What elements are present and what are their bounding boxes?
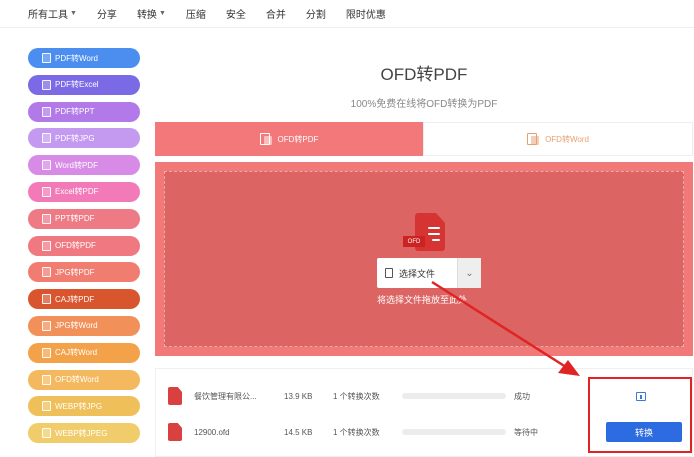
document-icon	[42, 401, 51, 412]
sidebar-item-label: Excel转PDF	[55, 187, 99, 197]
sidebar-item[interactable]: PDF转JPG	[28, 128, 140, 149]
top-nav-label: 合并	[265, 10, 286, 21]
document-icon	[42, 267, 51, 278]
chevron-down-icon[interactable]: ⌄	[457, 258, 481, 288]
top-nav-label: 转换	[136, 10, 157, 21]
top-nav-item[interactable]: 所有工具 ▼	[28, 6, 77, 21]
file-name: 餐饮管理有限公...	[194, 391, 257, 401]
tool-sidebar: PDF转Word PDF转Excel PDF转PPT PDF转JPG Word转PDF E…	[28, 48, 140, 450]
chevron-down-icon: ▼	[158, 10, 166, 17]
sidebar-item[interactable]: OFD转PDF	[28, 235, 140, 256]
document-icon	[42, 186, 51, 197]
top-nav-item[interactable]: 压缩	[186, 6, 206, 21]
sidebar-item[interactable]: CAJ转PDF	[28, 289, 140, 310]
document-icon	[42, 160, 51, 171]
sidebar-item-label: Word转PDF	[55, 160, 98, 170]
document-icon	[42, 428, 51, 439]
file-status: 成功	[514, 391, 530, 401]
sidebar-item[interactable]: JPG转PDF	[28, 262, 140, 283]
document-icon	[42, 294, 51, 305]
annotation-highlight-box	[588, 377, 692, 453]
sidebar-item-label: WEBP转JPG	[55, 401, 103, 411]
drop-hint: 将选择文件拖放至此处	[377, 295, 468, 305]
file-name: 12900.ofd	[194, 427, 230, 437]
document-icon	[42, 133, 51, 144]
sidebar-item-label: PDF转Excel	[55, 80, 99, 90]
top-nav-item[interactable]: 安全	[226, 6, 246, 21]
drop-zone[interactable]: OFD 选择文件 ⌄ 将选择文件拖放至此处	[164, 171, 684, 347]
document-icon	[42, 374, 51, 385]
ofd-badge: OFD	[403, 236, 425, 247]
sidebar-item[interactable]: WEBP转JPG	[28, 396, 140, 417]
sidebar-item-label: JPG转PDF	[55, 267, 95, 277]
progress-bar	[402, 429, 506, 435]
file-size: 13.9 KB	[284, 391, 313, 401]
sidebar-item-label: PDF转PPT	[55, 107, 95, 117]
document-icon	[42, 213, 51, 224]
upload-area[interactable]: OFD 选择文件 ⌄ 将选择文件拖放至此处	[155, 162, 693, 356]
page-subtitle: 100%免费在线将OFD转换为PDF	[350, 99, 498, 110]
document-icon	[42, 106, 51, 117]
sidebar-item[interactable]: JPG转Word	[28, 315, 140, 336]
file-status: 等待中	[514, 427, 538, 437]
sidebar-item-label: JPG转Word	[55, 321, 98, 331]
sidebar-item-label: CAJ转Word	[55, 348, 98, 358]
top-nav-label: 压缩	[185, 10, 206, 21]
document-icon	[42, 240, 51, 251]
top-nav-item[interactable]: 限时优惠	[346, 6, 386, 21]
document-icon	[42, 53, 51, 63]
conversion-count: 1 个转换次数	[333, 391, 380, 401]
sidebar-item[interactable]: OFD转Word	[28, 369, 140, 390]
tab-ofd-to-pdf[interactable]: OFD转PDF	[155, 122, 423, 156]
document-icon	[42, 347, 51, 358]
top-nav-label: 分享	[96, 10, 117, 21]
sidebar-item-label: CAJ转PDF	[55, 294, 95, 304]
sidebar-item-label: PDF转JPG	[55, 133, 95, 143]
top-nav-label: 安全	[225, 10, 246, 21]
top-nav-label: 分割	[305, 10, 326, 21]
sidebar-item[interactable]: Excel转PDF	[28, 181, 140, 202]
conversion-tabs: OFD转PDF OFD转Word	[155, 122, 693, 156]
sidebar-item[interactable]: PDF转Excel	[28, 74, 140, 95]
document-icon	[42, 79, 51, 90]
top-nav-item[interactable]: 分享	[97, 6, 117, 21]
top-nav-item[interactable]: 合并	[266, 6, 286, 21]
page-title: OFD转PDF	[380, 65, 468, 84]
progress-bar	[402, 393, 506, 399]
choose-file-button[interactable]: 选择文件 ⌄	[377, 258, 481, 288]
top-nav-label: 限时优惠	[345, 10, 386, 21]
chevron-down-icon: ▼	[70, 10, 77, 17]
top-nav-item[interactable]: 分割	[306, 6, 326, 21]
sidebar-item[interactable]: Word转PDF	[28, 155, 140, 176]
sidebar-item[interactable]: PDF转Word	[28, 48, 140, 68]
top-nav: 所有工具 ▼ 分享 转换 ▼ 压缩 安全 合并 分割 限时优惠	[28, 6, 406, 21]
choose-file-label: 选择文件	[399, 268, 436, 279]
convert-icon	[259, 133, 272, 145]
conversion-count: 1 个转换次数	[333, 427, 380, 437]
top-navigation-bar: 所有工具 ▼ 分享 转换 ▼ 压缩 安全 合并 分割 限时优惠	[0, 0, 694, 28]
sidebar-item-label: PDF转Word	[55, 53, 98, 63]
convert-icon	[527, 133, 540, 145]
sidebar-item[interactable]: WEBP转JPEG	[28, 423, 140, 444]
sidebar-item[interactable]: PPT转PDF	[28, 208, 140, 229]
sidebar-item[interactable]: CAJ转Word	[28, 342, 140, 363]
tab-label: OFD转PDF	[277, 134, 319, 144]
sidebar-item-label: PPT转PDF	[55, 214, 95, 224]
sidebar-item-label: WEBP转JPEG	[55, 428, 108, 438]
sidebar-item[interactable]: PDF转PPT	[28, 101, 140, 122]
file-icon	[385, 268, 393, 278]
top-nav-item[interactable]: 转换 ▼	[137, 6, 166, 21]
document-icon	[42, 320, 51, 331]
file-icon	[168, 423, 182, 441]
tab-ofd-to-word[interactable]: OFD转Word	[423, 122, 693, 156]
top-nav-label: 所有工具	[28, 10, 68, 21]
sidebar-item-label: OFD转PDF	[55, 241, 96, 251]
file-size: 14.5 KB	[284, 427, 313, 437]
file-icon	[168, 387, 182, 405]
sidebar-item-label: OFD转Word	[55, 375, 99, 385]
tab-label: OFD转Word	[545, 134, 589, 144]
